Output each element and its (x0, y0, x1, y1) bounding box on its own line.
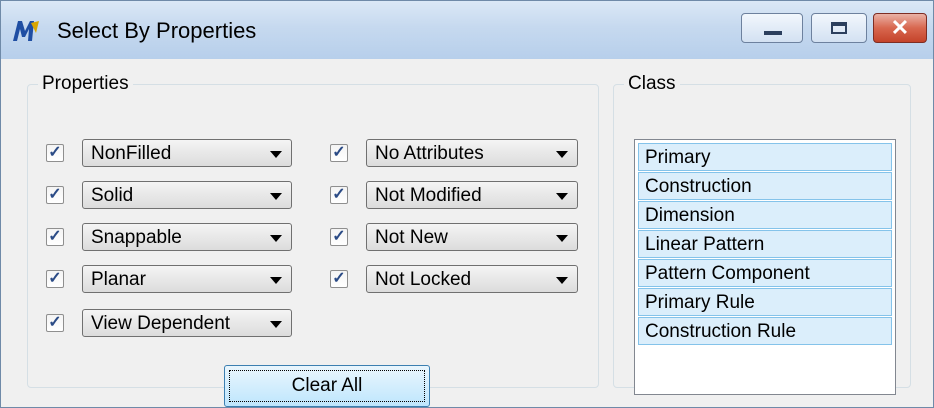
property-dropdown[interactable]: NonFilled (82, 139, 292, 167)
property-checkbox[interactable]: ✓ (330, 270, 348, 288)
dialog-body: Properties ✓ NonFilled ✓ Solid ✓ Snappab… (9, 59, 925, 407)
chevron-down-icon (270, 235, 282, 242)
list-item-label: Linear Pattern (645, 234, 765, 255)
list-item-label: Primary (645, 147, 711, 168)
list-item[interactable]: Construction Rule (638, 317, 892, 345)
list-item[interactable]: Primary Rule (638, 288, 892, 316)
dropdown-value: Solid (91, 185, 134, 206)
clear-all-label: Clear All (291, 375, 363, 396)
property-dropdown[interactable]: Not Modified (366, 181, 578, 209)
dropdown-value: Not Modified (375, 185, 482, 206)
property-checkbox[interactable]: ✓ (46, 186, 64, 204)
property-checkbox[interactable]: ✓ (330, 228, 348, 246)
minimize-button[interactable] (741, 13, 803, 43)
check-icon: ✓ (48, 186, 62, 203)
list-item-label: Pattern Component (645, 263, 810, 284)
property-dropdown[interactable]: No Attributes (366, 139, 578, 167)
check-icon: ✓ (48, 270, 62, 287)
dropdown-value: Planar (91, 269, 146, 290)
list-item-label: Primary Rule (645, 292, 755, 313)
property-checkbox[interactable]: ✓ (330, 144, 348, 162)
check-icon: ✓ (332, 186, 346, 203)
check-icon: ✓ (48, 144, 62, 161)
chevron-down-icon (556, 193, 568, 200)
dropdown-value: NonFilled (91, 143, 172, 164)
chevron-down-icon (270, 193, 282, 200)
class-legend: Class (628, 73, 676, 94)
chevron-down-icon (270, 321, 282, 328)
property-dropdown[interactable]: Solid (82, 181, 292, 209)
property-checkbox[interactable]: ✓ (46, 228, 64, 246)
property-dropdown[interactable]: Snappable (82, 223, 292, 251)
check-icon: ✓ (332, 228, 346, 245)
list-item-label: Construction (645, 176, 752, 197)
list-item[interactable]: Primary (638, 143, 892, 171)
chevron-down-icon (556, 151, 568, 158)
dropdown-value: Not New (375, 227, 448, 248)
clear-all-button[interactable]: Clear All (224, 365, 430, 407)
chevron-down-icon (270, 151, 282, 158)
title-bar[interactable]: Select By Properties ✕ (1, 1, 933, 59)
property-dropdown[interactable]: Not Locked (366, 265, 578, 293)
properties-group: Properties ✓ NonFilled ✓ Solid ✓ Snappab… (27, 73, 599, 407)
check-icon: ✓ (48, 314, 62, 331)
property-checkbox[interactable]: ✓ (46, 314, 64, 332)
check-icon: ✓ (332, 270, 346, 287)
class-group: Class Primary Construction Dimension Lin… (613, 73, 911, 395)
property-dropdown[interactable]: Planar (82, 265, 292, 293)
check-icon: ✓ (332, 144, 346, 161)
microstation-icon (13, 21, 39, 41)
window-title: Select By Properties (57, 18, 257, 43)
dropdown-value: No Attributes (375, 143, 484, 164)
dropdown-value: Not Locked (375, 269, 472, 290)
property-checkbox[interactable]: ✓ (330, 186, 348, 204)
list-item[interactable]: Linear Pattern (638, 230, 892, 258)
close-icon: ✕ (890, 15, 910, 40)
class-listbox[interactable]: Primary Construction Dimension Linear Pa… (634, 139, 896, 395)
close-button[interactable]: ✕ (873, 13, 927, 43)
properties-legend: Properties (42, 73, 129, 94)
dropdown-value: Snappable (91, 227, 182, 248)
maximize-icon (831, 22, 847, 34)
property-dropdown[interactable]: Not New (366, 223, 578, 251)
list-item[interactable]: Pattern Component (638, 259, 892, 287)
list-item[interactable]: Dimension (638, 201, 892, 229)
chevron-down-icon (556, 277, 568, 284)
property-checkbox[interactable]: ✓ (46, 270, 64, 288)
select-by-properties-window: Select By Properties ✕ Properties ✓ NonF… (0, 0, 934, 408)
chevron-down-icon (270, 277, 282, 284)
minimize-icon (764, 31, 782, 35)
dropdown-value: View Dependent (91, 313, 231, 334)
property-dropdown[interactable]: View Dependent (82, 309, 292, 337)
list-item-label: Dimension (645, 205, 735, 226)
list-item-label: Construction Rule (645, 321, 797, 342)
maximize-button[interactable] (811, 13, 867, 43)
property-checkbox[interactable]: ✓ (46, 144, 64, 162)
chevron-down-icon (556, 235, 568, 242)
check-icon: ✓ (48, 228, 62, 245)
list-item[interactable]: Construction (638, 172, 892, 200)
